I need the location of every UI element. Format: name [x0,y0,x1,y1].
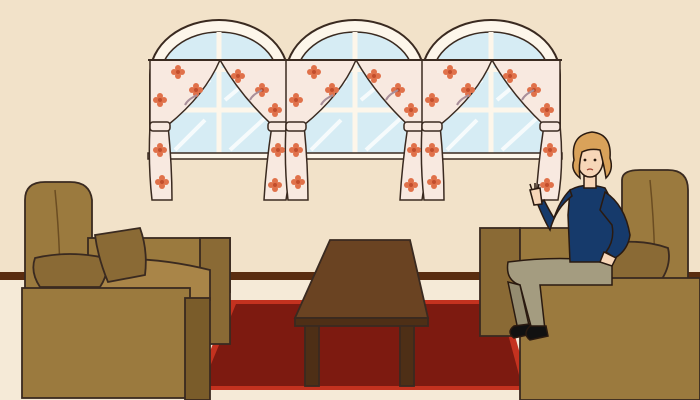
scene-canvas [0,0,700,400]
living-room-scene [0,0,700,400]
window-sill [147,152,563,160]
